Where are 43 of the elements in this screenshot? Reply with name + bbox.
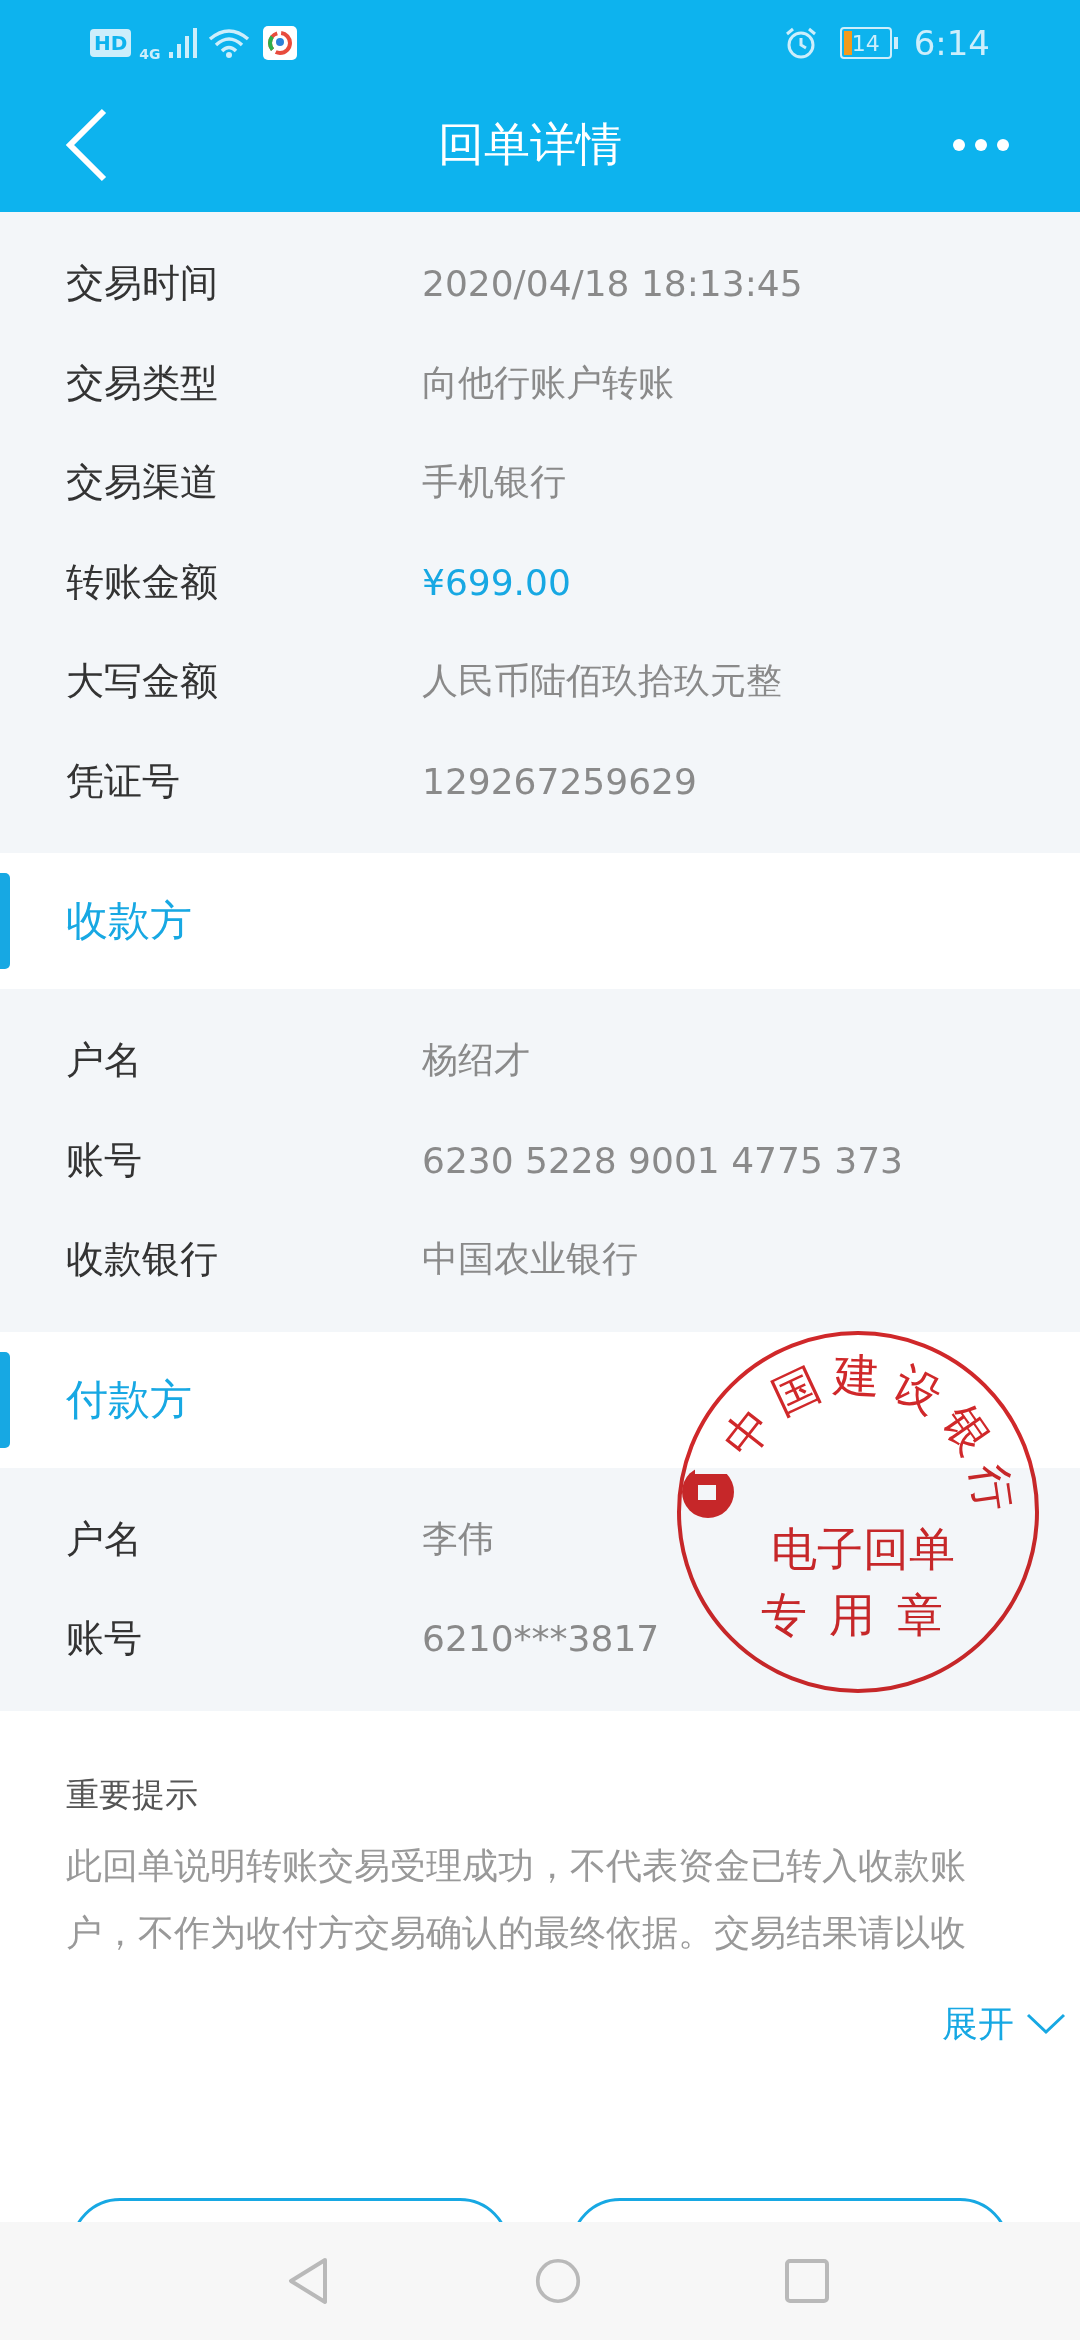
app-notification-icon: [262, 26, 297, 60]
field-value: 129267259629: [422, 760, 697, 802]
field-label: 账号: [66, 1615, 143, 1663]
stamp-arc-text: 中国建设银行: [712, 1348, 1024, 1525]
more-icon[interactable]: [952, 138, 1010, 152]
hd-badge: HD: [90, 29, 132, 57]
field-label: 户名: [66, 1515, 143, 1563]
stamp-text: 电子回单: [771, 1522, 955, 1576]
page-title: 回单详情: [438, 116, 622, 173]
field-value: 李伟: [422, 1516, 494, 1561]
field-label: 账号: [66, 1136, 143, 1184]
field-value: 杨绍才: [422, 1038, 530, 1083]
field-label: 交易类型: [66, 359, 219, 407]
field-value: 手机银行: [422, 460, 566, 505]
clock-time: 6:14: [913, 23, 990, 63]
field-value: 6230 5228 9001 4775 373: [422, 1139, 903, 1181]
network-label: 4G: [139, 46, 161, 62]
alarm-icon: [783, 26, 818, 60]
recents-nav-icon[interactable]: [784, 2256, 830, 2306]
wifi-icon: [206, 27, 251, 59]
back-icon[interactable]: [64, 107, 108, 183]
field-value: 人民币陆佰玖拾玖元整: [422, 659, 782, 704]
field-value: ¥699.00: [422, 561, 571, 603]
notice-title: 重要提示: [66, 1773, 198, 1816]
signal-icon: [168, 28, 199, 58]
field-label: 交易渠道: [66, 459, 219, 507]
section-title: 收款方: [66, 895, 192, 947]
stamp-text: 专用章: [761, 1588, 965, 1642]
chevron-down-icon: [1026, 2013, 1066, 2035]
field-label: 转账金额: [66, 558, 219, 606]
field-label: 凭证号: [66, 757, 181, 805]
field-value: 中国农业银行: [422, 1237, 638, 1282]
field-label: 大写金额: [66, 658, 219, 706]
field-value: 6210***3817: [422, 1618, 660, 1660]
field-label: 收款银行: [66, 1236, 219, 1284]
field-value: 向他行账户转账: [422, 360, 674, 405]
field-label: 户名: [66, 1037, 143, 1085]
field-label: 交易时间: [66, 260, 219, 308]
expand-button[interactable]: 展开: [942, 1999, 1066, 2049]
section-title: 付款方: [66, 1373, 192, 1426]
field-value: 2020/04/18 18:13:45: [422, 263, 803, 305]
notice-text: 此回单说明转账交易受理成功，不代表资金已转入收款账户，不作为收付方交易确认的最终依据。交易结果请以收: [66, 1843, 967, 1955]
home-nav-icon[interactable]: [534, 2256, 581, 2306]
